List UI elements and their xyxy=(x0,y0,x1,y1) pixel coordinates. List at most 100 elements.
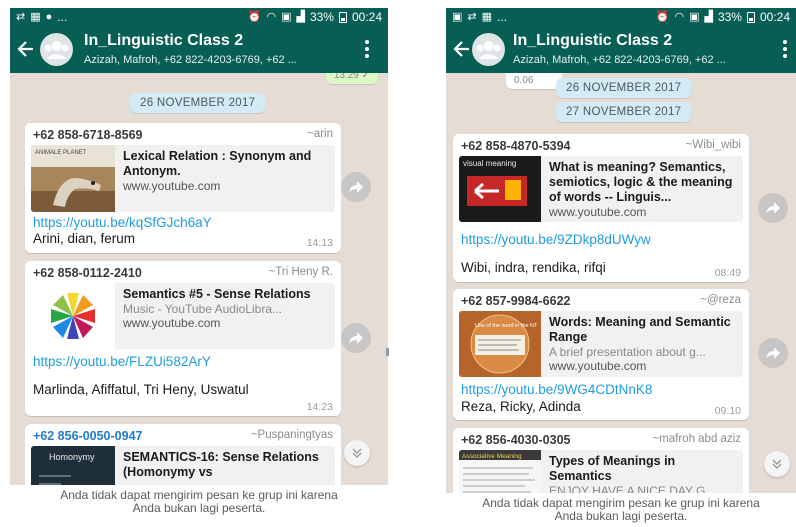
message-caption: Arini, dian, ferum xyxy=(33,231,136,246)
preview-description: ENJOY HAVE A NICE DAY G... xyxy=(549,484,716,493)
link-preview[interactable]: Homonymy SEMANTICS-16: Sense Relations (… xyxy=(31,446,335,485)
read-only-notice: Anda tidak dapat mengirim pesan ke grup … xyxy=(446,493,796,527)
scroll-down-button[interactable] xyxy=(344,440,370,466)
clock: 00:24 xyxy=(351,10,382,24)
app-icon: ▦ xyxy=(30,10,41,23)
video-thumbnail: Associative Meaning xyxy=(459,450,541,493)
menu-more-icon[interactable] xyxy=(364,40,370,60)
sender-phone[interactable]: +62 856-0050-0947 xyxy=(33,429,142,443)
date-pill: 27 NOVEMBER 2017 xyxy=(556,102,692,122)
divider-mark xyxy=(386,348,389,356)
notice-line-2: Anda bukan lagi peserta. xyxy=(132,501,266,515)
battery-icon xyxy=(746,11,755,23)
preview-title: What is meaning? Semantics, semiotics, l… xyxy=(549,160,733,204)
read-only-notice: Anda tidak dapat mengirim pesan ke grup … xyxy=(10,485,388,527)
notification-icon: ⇄ xyxy=(16,10,26,23)
link-preview[interactable]: ANIMALE PLANET Lexical Relation : Synony… xyxy=(31,145,335,212)
status-bar: ⇄ ▦ ● ... ⏰ ◠ ▣ ▟ 33% 00:24 xyxy=(10,8,388,26)
group-members[interactable]: Azizah, Mafroh, +62 822-4203-6769, +62 .… xyxy=(513,54,775,66)
group-avatar-icon xyxy=(44,41,69,59)
phone-screenshot-left: ⇄ ▦ ● ... ⏰ ◠ ▣ ▟ 33% 00:24 In_Linguisti… xyxy=(10,0,388,527)
link-preview[interactable]: Use of the word in the NT Words: Meaning… xyxy=(459,311,743,377)
status-more: ... xyxy=(497,10,508,24)
link-preview[interactable]: Associative Meaning Types of Meanings in… xyxy=(459,450,743,493)
notification-icon: ⇄ xyxy=(467,10,477,23)
clock: 00:24 xyxy=(759,10,790,24)
battery-percent: 33% xyxy=(717,10,742,24)
sender-phone[interactable]: +62 858-6718-8569 xyxy=(33,128,142,142)
message-bubble[interactable]: +62 858-6718-8569 ~arin ANIMALE PLANET L… xyxy=(25,123,341,253)
sender-phone[interactable]: +62 858-0112-2410 xyxy=(33,266,142,280)
message-bubble[interactable]: +62 857-9984-6622 ~@reza Use of the word… xyxy=(453,289,749,420)
double-chevron-down-icon xyxy=(352,448,362,458)
preview-domain: www.youtube.com xyxy=(123,179,221,193)
scroll-down-button[interactable] xyxy=(764,451,790,477)
video-thumbnail: Homonymy xyxy=(31,446,115,485)
message-bubble[interactable]: +62 856-0050-0947 ~Puspaningtyas Homonym… xyxy=(25,424,341,485)
image-icon: ▣ xyxy=(452,10,463,23)
message-bubble[interactable]: +62 858-4870-5394 ~Wibi_wibi visual mean… xyxy=(453,134,749,282)
thumb-label: Homonymy xyxy=(49,452,95,462)
forward-button[interactable] xyxy=(341,323,371,353)
youtube-link[interactable]: https://youtu.be/kqSfGJch6aY xyxy=(33,215,212,230)
back-arrow-icon[interactable] xyxy=(452,39,472,59)
forward-button[interactable] xyxy=(758,193,788,223)
group-avatar[interactable] xyxy=(40,33,73,66)
date-pill: 26 NOVEMBER 2017 xyxy=(556,78,692,98)
video-thumbnail: visual meaning xyxy=(459,156,541,222)
sender-alias: ~Wibi_wibi xyxy=(685,139,741,151)
app-icon: ▦ xyxy=(481,10,493,23)
group-title[interactable]: In_Linguistic Class 2 xyxy=(84,32,243,50)
sender-alias: ~Tri Heny R. xyxy=(268,266,333,278)
youtube-link[interactable]: https://youtu.be/9WG4CDtNnK8 xyxy=(461,382,652,397)
date-pill: 26 NOVEMBER 2017 xyxy=(130,93,266,113)
preview-domain: www.youtube.com xyxy=(549,205,647,219)
sender-alias: ~Puspaningtyas xyxy=(250,429,333,441)
video-thumbnail xyxy=(31,283,115,349)
sender-alias: ~arin xyxy=(307,128,333,140)
forward-icon xyxy=(766,202,780,214)
message-caption: Marlinda, Afiffatul, Tri Heny, Uswatul xyxy=(33,382,249,397)
previous-message-time: 13.29 ✓ xyxy=(325,73,378,84)
forward-icon xyxy=(766,347,780,359)
video-thumbnail: ANIMALE PLANET xyxy=(31,145,115,212)
sim-icon: ▣ xyxy=(281,10,292,23)
link-preview[interactable]: Semantics #5 - Sense Relations Music - Y… xyxy=(31,283,335,349)
preview-title: SEMANTICS-16: Sense Relations (Homonymy … xyxy=(123,450,319,479)
notice-line-2: Anda bukan lagi peserta. xyxy=(554,509,688,523)
group-members[interactable]: Azizah, Mafroh, +62 822-4203-6769, +62 .… xyxy=(84,54,354,66)
group-avatar[interactable] xyxy=(472,33,505,66)
alarm-icon: ⏰ xyxy=(655,10,670,23)
battery-percent: 33% xyxy=(309,10,334,24)
message-time: 08:49 xyxy=(714,267,741,279)
message-bubble[interactable]: +62 858-0112-2410 ~Tri Heny R. Semantics… xyxy=(25,261,341,416)
signal-icon: ▟ xyxy=(704,10,713,23)
menu-more-icon[interactable] xyxy=(782,40,788,60)
status-bar: ▣ ⇄ ▦ ... ⏰ ◠ ▣ ▟ 33% 00:24 xyxy=(446,8,796,26)
youtube-link[interactable]: https://youtu.be/FLZUi582ArY xyxy=(33,354,211,369)
forward-button[interactable] xyxy=(341,172,371,202)
thumb-label: Use of the word in the NT xyxy=(475,323,538,329)
link-preview[interactable]: visual meaning What is meaning? Semantic… xyxy=(459,156,743,222)
thumb-label: visual meaning xyxy=(463,159,516,168)
thumb-label: ANIMALE PLANET xyxy=(35,150,87,156)
chat-area[interactable]: 0.06 26 NOVEMBER 2017 27 NOVEMBER 2017 +… xyxy=(446,73,796,493)
back-arrow-icon[interactable] xyxy=(16,39,36,59)
message-bubble[interactable]: +62 856-4030-0305 ~mafroh abd aziz Assoc… xyxy=(453,428,749,493)
signal-icon: ▟ xyxy=(296,10,305,23)
chat-header: In_Linguistic Class 2 Azizah, Mafroh, +6… xyxy=(446,26,796,73)
preview-title: Types of Meanings in Semantics xyxy=(549,454,676,483)
group-title[interactable]: In_Linguistic Class 2 xyxy=(513,32,672,50)
status-more: ... xyxy=(57,10,68,24)
forward-button[interactable] xyxy=(758,338,788,368)
sender-phone[interactable]: +62 858-4870-5394 xyxy=(461,139,570,153)
chat-area[interactable]: 13.29 ✓ 26 NOVEMBER 2017 +62 858-6718-85… xyxy=(10,73,388,485)
youtube-link[interactable]: https://youtu.be/9ZDkp8dUWyw xyxy=(461,232,651,247)
preview-description: A brief presentation about g... xyxy=(549,345,706,359)
sender-phone[interactable]: +62 856-4030-0305 xyxy=(461,433,570,447)
alarm-icon: ⏰ xyxy=(247,10,262,23)
chat-header: In_Linguistic Class 2 Azizah, Mafroh, +6… xyxy=(10,26,388,73)
sender-phone[interactable]: +62 857-9984-6622 xyxy=(461,294,570,308)
preview-title: Semantics #5 - Sense Relations xyxy=(123,287,311,301)
message-time: 14:23 xyxy=(306,401,333,413)
